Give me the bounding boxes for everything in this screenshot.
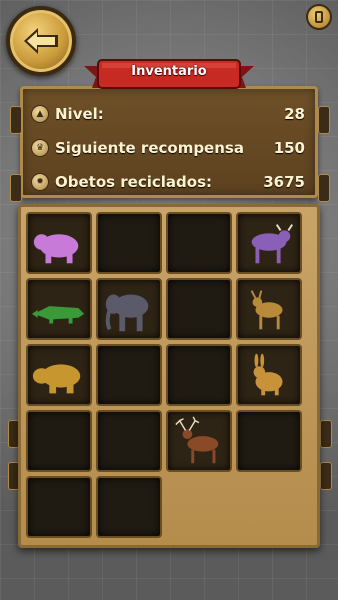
pause-icon: [315, 11, 323, 23]
inventory-slot-empty[interactable]: [236, 410, 302, 472]
stat-label-level: Nivel:: [55, 105, 104, 123]
inventory-slot-crocodile[interactable]: [26, 278, 92, 340]
hinge: [10, 106, 22, 134]
stat-label-reward: Siguiente recompensa: [55, 139, 244, 157]
inventory-slot-hippo[interactable]: [26, 344, 92, 406]
inventory-slot-empty[interactable]: [166, 278, 232, 340]
trophy-icon: ♛: [31, 139, 49, 157]
stat-value-level: 28: [284, 105, 305, 123]
inventory-slot-empty[interactable]: [96, 344, 162, 406]
stat-label-recycled: Obetos reciclados:: [55, 173, 213, 191]
crocodile-icon: [31, 306, 85, 324]
hippo-icon: [32, 364, 81, 394]
inventory-slot-goat[interactable]: [236, 278, 302, 340]
inventory-slot-empty[interactable]: [26, 476, 92, 538]
inventory-slot-rabbit[interactable]: [236, 344, 302, 406]
bull-icon: [251, 224, 294, 264]
stat-value-reward: 150: [273, 139, 305, 157]
inventory-slot-empty[interactable]: [26, 410, 92, 472]
level-icon: ▲: [31, 105, 49, 123]
hinge: [318, 106, 330, 134]
hinge: [320, 462, 332, 490]
inventory-slot-deer[interactable]: [166, 410, 232, 472]
inventory-slot-empty[interactable]: [96, 476, 162, 538]
title-ribbon: Inventario: [84, 56, 254, 96]
back-button[interactable]: [6, 6, 76, 76]
inventory-slot-elephant[interactable]: [96, 278, 162, 340]
goat-icon: [250, 290, 283, 330]
inventory-slot-empty[interactable]: [166, 344, 232, 406]
bear-icon: [33, 234, 79, 264]
arrow-left-icon: [24, 28, 58, 54]
inventory-slot-bull[interactable]: [236, 212, 302, 274]
stat-value-recycled: 3675: [263, 173, 305, 191]
stat-row-reward: ♛ Siguiente recompensa 150: [31, 135, 305, 161]
pause-button[interactable]: [306, 4, 332, 30]
hinge: [320, 420, 332, 448]
inventory-slot-empty[interactable]: [96, 410, 162, 472]
stat-row-recycled: ✹ Obetos reciclados: 3675: [31, 169, 305, 195]
gear-icon: ✹: [31, 173, 49, 191]
elephant-icon: [105, 294, 149, 332]
stat-row-level: ▲ Nivel: 28: [31, 101, 305, 127]
page-title: Inventario: [131, 64, 207, 79]
deer-icon: [175, 416, 219, 464]
inventory-slot-empty[interactable]: [96, 212, 162, 274]
inventory-slot-bear[interactable]: [26, 212, 92, 274]
inventory-grid: [18, 204, 320, 548]
inventory-slot-empty[interactable]: [166, 212, 232, 274]
rabbit-icon: [253, 353, 283, 396]
hinge: [318, 174, 330, 202]
stats-panel: ▲ Nivel: 28 ♛ Siguiente recompensa 150 ✹…: [20, 86, 318, 198]
hinge: [10, 174, 22, 202]
